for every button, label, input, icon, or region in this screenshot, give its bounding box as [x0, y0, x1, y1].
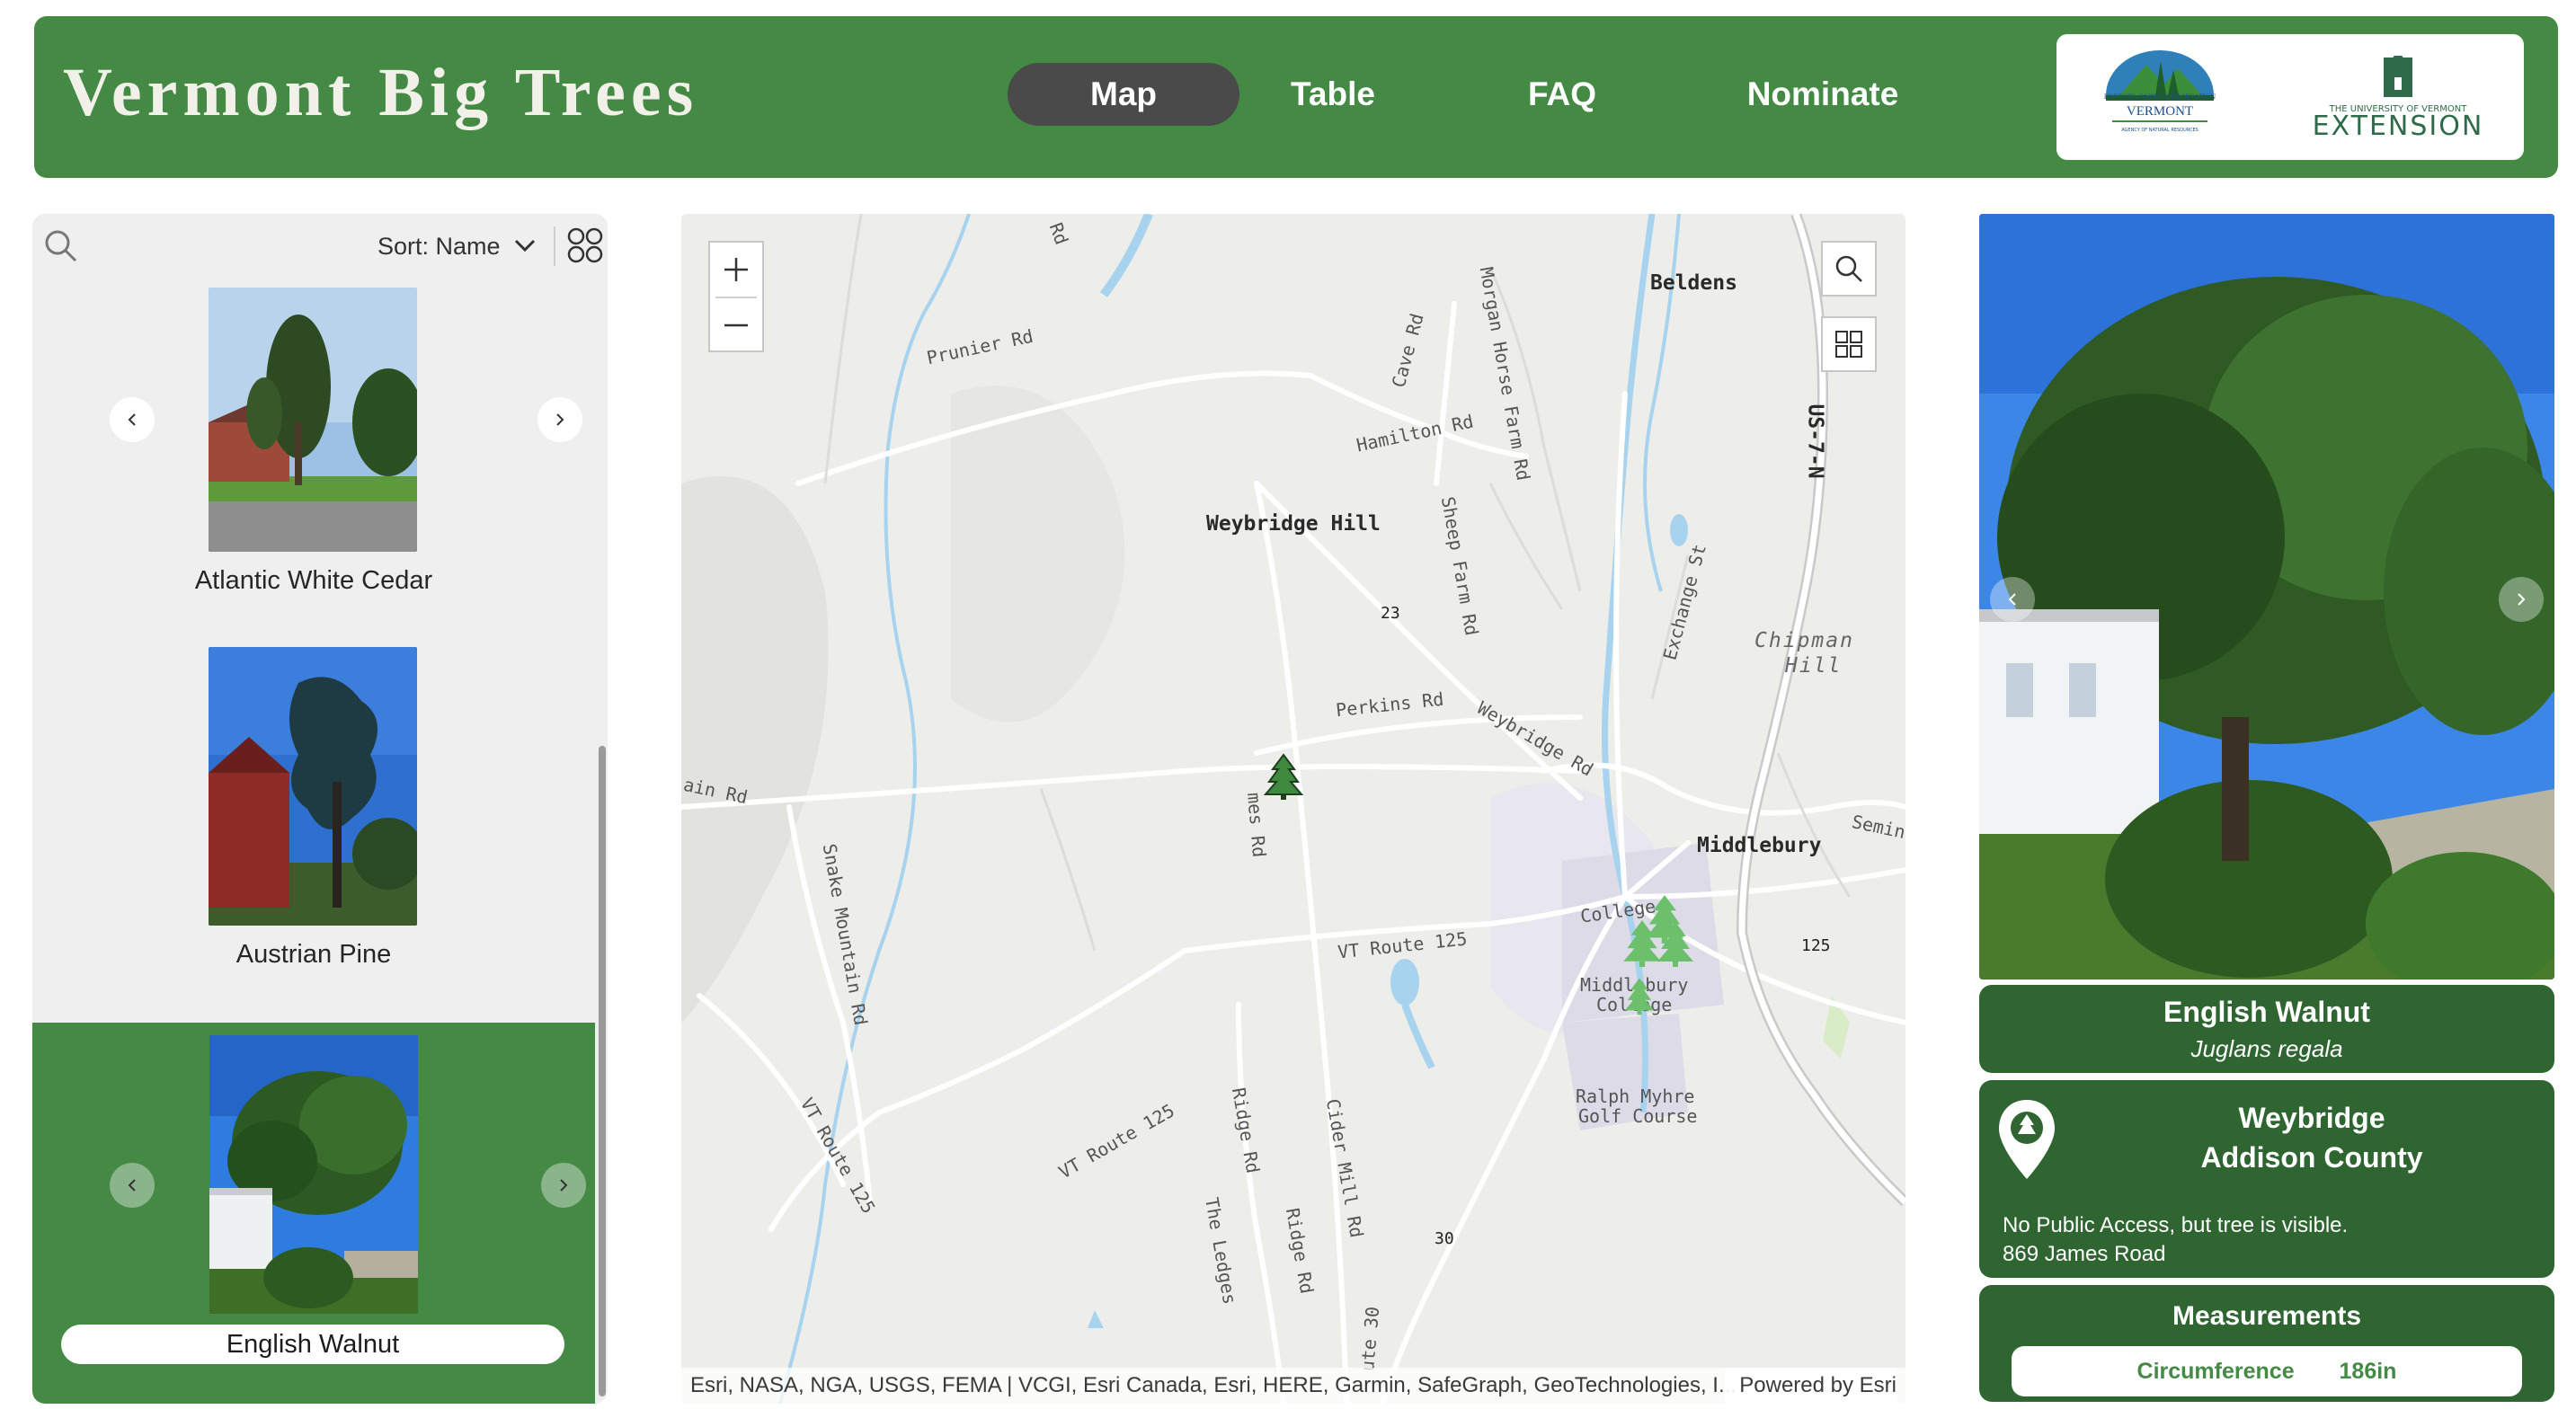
map-label-chipman-hill: Hill	[1785, 654, 1843, 678]
list-item[interactable]: Austrian Pine	[32, 647, 595, 1023]
basemap-gallery-icon	[1835, 331, 1862, 358]
toolbar-divider	[554, 226, 555, 266]
measurements-title: Measurements	[2172, 1301, 2362, 1331]
partner-logos: FORESTS, PARKS & RECREATION VERMONT AGEN…	[2056, 34, 2524, 160]
chevron-left-icon	[2008, 593, 2016, 606]
circumference-row: Circumference 186in	[2012, 1346, 2522, 1396]
chevron-left-icon	[128, 1179, 136, 1192]
site-title: Vermont Big Trees	[63, 55, 699, 130]
map-label-route-23: 23	[1381, 604, 1400, 623]
minus-icon	[724, 324, 748, 327]
tree-list-panel: Sort: Name Atlantic White Cedar Austrian…	[32, 214, 608, 1404]
logo-vt-text: VERMONT	[2127, 104, 2193, 119]
map-label-golf-course: Golf Course	[1578, 1105, 1698, 1127]
chevron-right-icon	[560, 1179, 568, 1192]
tree-name: Atlantic White Cedar	[194, 566, 433, 595]
map-search-button[interactable]	[1821, 241, 1877, 297]
chevron-left-icon	[128, 413, 136, 426]
tree-marker-selected-icon[interactable]	[1264, 753, 1303, 800]
nav-map[interactable]: Map	[1008, 63, 1239, 126]
tree-thumbnail	[209, 647, 417, 926]
logo-uvm-main-text: EXTENSION	[2313, 111, 2484, 142]
map-label-chipman: Chipman	[1754, 629, 1854, 652]
map-label-middlebury: Middlebury	[1697, 834, 1822, 857]
tree-address: 869 James Road	[2003, 1242, 2166, 1266]
list-toolbar: Sort: Name	[32, 214, 608, 288]
tree-name: Austrian Pine	[235, 940, 392, 969]
scrollbar-thumb[interactable]	[599, 746, 606, 1396]
map-label-route-30-shield: 30	[1435, 1229, 1454, 1248]
tree-thumbnail	[209, 1035, 418, 1314]
search-icon[interactable]	[40, 225, 83, 268]
tree-marker-icon[interactable]	[1656, 920, 1695, 967]
access-note: No Public Access, but tree is visible.	[2003, 1213, 2349, 1237]
map-attribution: Esri, NASA, NGA, USGS, FEMA | VCGI, Esri…	[681, 1368, 1905, 1404]
vermont-fpr-logo: FORESTS, PARKS & RECREATION VERMONT AGEN…	[2104, 50, 2216, 133]
map-label-us7: US-7-N	[1803, 403, 1827, 479]
tree-name-card: English Walnut Juglans regala	[1979, 985, 2554, 1073]
search-icon	[1835, 255, 1862, 282]
map-label-weybridge-hill: Weybridge Hill	[1206, 512, 1381, 536]
tree-photo-image	[1979, 214, 2554, 979]
logo-vt-top-text: FORESTS, PARKS & RECREATION	[2104, 93, 2216, 101]
tree-name: English Walnut	[61, 1325, 564, 1364]
list-item-selected[interactable]: English Walnut	[32, 1023, 595, 1404]
basemap-gallery-button[interactable]	[1821, 316, 1877, 372]
prev-photo-button[interactable]	[110, 1163, 155, 1208]
powered-by-esri[interactable]: Powered by Esri	[1725, 1368, 1896, 1404]
nav-faq[interactable]: FAQ	[1513, 63, 1612, 126]
chevron-right-icon	[2518, 593, 2526, 606]
tree-photo	[1979, 214, 2554, 979]
zoom-out-button[interactable]	[710, 298, 762, 352]
tree-thumbnail	[209, 288, 417, 552]
nav-nominate[interactable]: Nominate	[1737, 63, 1908, 126]
next-photo-button[interactable]	[541, 1163, 586, 1208]
next-photo-button[interactable]	[537, 397, 582, 442]
next-photo-button[interactable]	[2499, 577, 2544, 622]
location-pin-icon	[1999, 1100, 2055, 1179]
tree-town: Weybridge	[2238, 1102, 2385, 1134]
tree-scientific-name: Juglans regala	[2190, 1035, 2343, 1062]
zoom-control	[708, 241, 764, 352]
chevron-down-icon[interactable]	[509, 230, 541, 262]
circumference-label: Circumference	[2136, 1359, 2295, 1384]
uvm-extension-logo: THE UNIVERSITY OF VERMONT EXTENSION	[2313, 56, 2484, 142]
header-bar: Vermont Big Trees Map Table FAQ Nominate…	[34, 16, 2558, 178]
list-scrollbar[interactable]	[595, 288, 608, 1404]
sort-dropdown[interactable]: Sort: Name	[378, 226, 501, 266]
location-card: Weybridge Addison County No Public Acces…	[1979, 1080, 2554, 1278]
grid-view-icon[interactable]	[563, 223, 608, 268]
zoom-in-button[interactable]	[710, 243, 762, 297]
logo-vt-bottom-text: AGENCY OF NATURAL RESOURCES	[2121, 128, 2198, 133]
prev-photo-button[interactable]	[110, 397, 155, 442]
map-label-beldens: Beldens	[1650, 271, 1737, 295]
measurements-card: Measurements Circumference 186in	[1979, 1285, 2554, 1402]
map-label-route-125-shield: 125	[1801, 936, 1831, 955]
prev-photo-button[interactable]	[1990, 577, 2035, 622]
tree-marker-icon[interactable]	[1623, 976, 1656, 1015]
circumference-value: 186in	[2339, 1359, 2397, 1384]
chevron-right-icon	[556, 413, 564, 426]
tree-list: Atlantic White Cedar Austrian Pine Engli…	[32, 288, 595, 1404]
tree-common-name: English Walnut	[2163, 996, 2370, 1028]
tree-county: Addison County	[2200, 1141, 2423, 1174]
map-view[interactable]: Beldens Weybridge Hill Middlebury Chipma…	[681, 214, 1905, 1404]
app-root: Vermont Big Trees Map Table FAQ Nominate…	[0, 0, 2576, 1427]
nav-table[interactable]: Table	[1270, 63, 1396, 126]
map-label-ralph-myhre: Ralph Myhre	[1576, 1086, 1695, 1107]
list-item[interactable]: Atlantic White Cedar	[32, 288, 595, 647]
plus-icon	[724, 258, 748, 281]
